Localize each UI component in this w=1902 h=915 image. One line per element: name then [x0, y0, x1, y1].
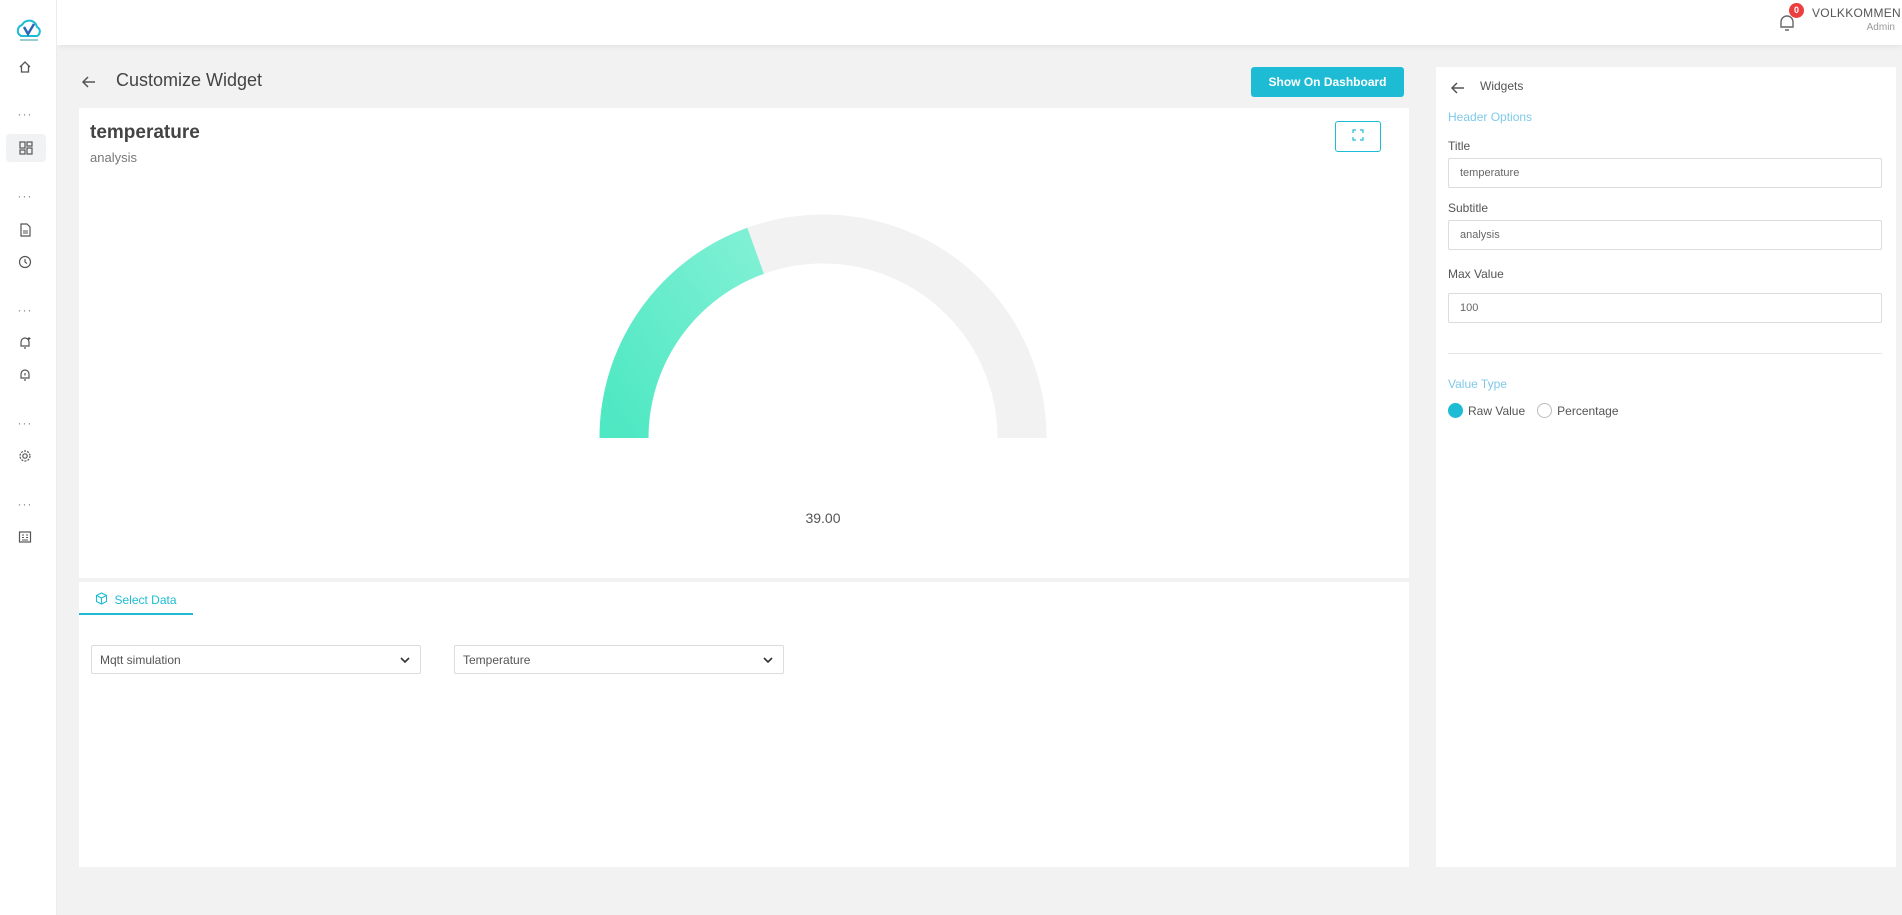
gauge-value-arc: [599, 227, 765, 439]
chevron-down-icon: [398, 653, 412, 667]
back-arrow-icon[interactable]: [1449, 79, 1467, 97]
gauge-value-label: 39.00: [805, 510, 840, 526]
sidebar: ··· ··· ··· ··· ···: [0, 0, 57, 915]
section-dots: ···: [17, 189, 33, 203]
section-dots: ···: [17, 303, 33, 317]
tab-label: Select Data: [114, 593, 177, 607]
max-value-label: Max Value: [1448, 267, 1504, 281]
gauge-chart: 39.00: [599, 214, 1047, 526]
raw-value-radio[interactable]: [1448, 403, 1463, 418]
notifications-bell-icon[interactable]: 0: [1775, 3, 1804, 34]
value-type-heading: Value Type: [1448, 377, 1507, 391]
dashboard-icon[interactable]: [6, 134, 46, 162]
document-icon[interactable]: [16, 221, 34, 239]
user-name[interactable]: VOLKKOMMEN: [1812, 6, 1901, 20]
title-label: Title: [1448, 139, 1471, 153]
max-value-input[interactable]: [1448, 293, 1882, 323]
header-options-heading: Header Options: [1448, 110, 1533, 124]
section-dots: ···: [17, 107, 33, 121]
show-on-dashboard-button[interactable]: Show On Dashboard: [1251, 67, 1404, 97]
fullscreen-button[interactable]: [1335, 121, 1381, 152]
percentage-label[interactable]: Percentage: [1557, 404, 1618, 418]
subtitle-label: Subtitle: [1448, 201, 1489, 215]
bell-alert-icon[interactable]: [16, 366, 34, 384]
app-logo[interactable]: [14, 18, 44, 44]
bell-plus-icon[interactable]: [16, 334, 34, 352]
tab-select-data[interactable]: Select Data: [79, 587, 193, 615]
percentage-radio[interactable]: [1537, 403, 1553, 418]
widget-title: temperature: [90, 122, 200, 143]
source-select[interactable]: Mqtt simulation: [91, 645, 421, 674]
clock-icon[interactable]: [16, 253, 34, 271]
report-icon[interactable]: [16, 528, 34, 546]
subtitle-input[interactable]: [1448, 220, 1882, 250]
section-dots: ···: [17, 416, 33, 430]
field-select-value: Temperature: [463, 652, 531, 667]
divider: [1448, 353, 1882, 354]
section-dots: ···: [17, 497, 33, 511]
settings-icon[interactable]: [16, 447, 34, 465]
value-type-radio-group: Raw Value Percentage: [1448, 403, 1619, 418]
chevron-down-icon: [761, 653, 775, 667]
widget-settings-panel: Widgets Header Options Title Subtitle Ma…: [1436, 67, 1896, 867]
source-select-value: Mqtt simulation: [100, 652, 181, 667]
user-role: Admin: [1866, 22, 1895, 33]
notifications-count-badge: 0: [1789, 3, 1804, 18]
fullscreen-icon: [1352, 129, 1364, 144]
page-title: Customize Widget: [116, 70, 263, 90]
title-input[interactable]: [1448, 158, 1882, 188]
topbar: 0 VOLKKOMMEN Admin V: [57, 0, 1902, 45]
home-icon[interactable]: [16, 58, 34, 76]
data-selection-card: Select Data Mqtt simulation Temperature: [79, 582, 1409, 867]
widget-preview-card: temperature analysis 39.00: [79, 108, 1409, 578]
back-arrow-icon[interactable]: [80, 73, 98, 91]
widget-subtitle: analysis: [90, 150, 137, 165]
cube-icon: [95, 592, 108, 608]
panel-title: Widgets: [1480, 79, 1524, 93]
raw-value-label[interactable]: Raw Value: [1468, 404, 1525, 418]
field-select[interactable]: Temperature: [454, 645, 784, 674]
